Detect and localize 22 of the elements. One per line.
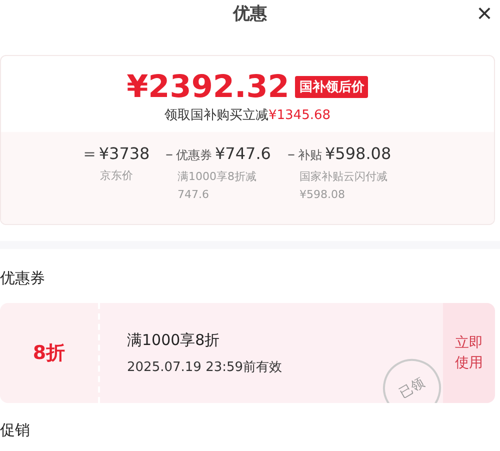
- breakdown-amount: ¥747.6: [215, 144, 271, 163]
- breakdown-label: 优惠券: [176, 147, 212, 164]
- section-heading: 促销: [0, 420, 31, 441]
- close-button[interactable]: ×: [472, 0, 496, 26]
- final-price: ¥2392.32: [126, 70, 290, 104]
- use-now-button[interactable]: 立即使用: [443, 303, 495, 403]
- dialog-title: 优惠: [233, 2, 267, 24]
- breakdown-note: 国家补贴云闪付减¥598.08: [298, 169, 388, 203]
- price-tag: 国补领后价: [295, 76, 368, 98]
- operator: =: [83, 145, 96, 163]
- breakdown-amount: ¥598.08: [325, 144, 392, 163]
- operator: –: [288, 145, 295, 163]
- section-heading: 优惠券: [0, 268, 46, 289]
- operator: –: [166, 145, 173, 163]
- breakdown-amount: ¥3738: [98, 144, 150, 163]
- saving-text: 领取国补购买立减¥1345.68: [164, 107, 331, 124]
- discount-value: 8折: [32, 341, 66, 366]
- breakdown-note: 满1000享8折减747.6: [176, 169, 258, 203]
- breakdown-note: 京东价: [100, 168, 133, 184]
- coupon-title: 满1000享8折: [127, 330, 221, 350]
- breakdown-label: 补贴: [298, 147, 322, 164]
- coupon-validity: 2025.07.19 23:59前有效: [127, 358, 284, 376]
